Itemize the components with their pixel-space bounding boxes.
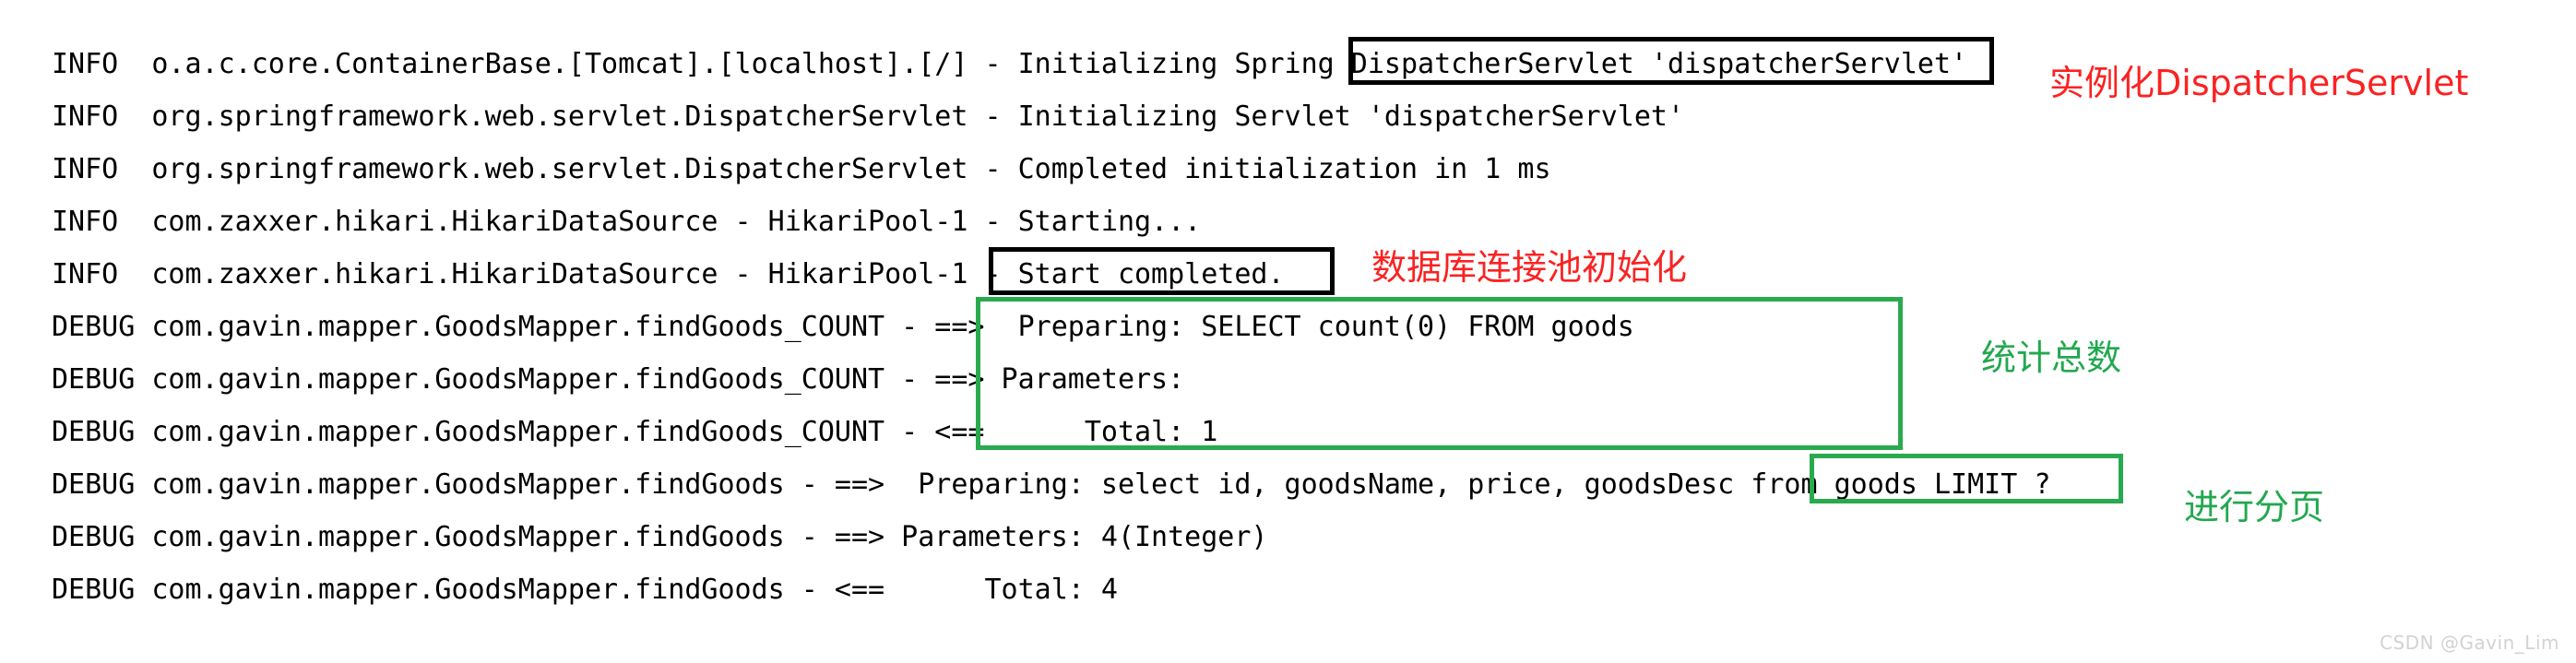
- log-line: INFO org.springframework.web.servlet.Dis…: [52, 153, 1551, 185]
- log-line: DEBUG com.gavin.mapper.GoodsMapper.findG…: [52, 311, 1634, 343]
- watermark: CSDN @Gavin_Lim: [2380, 632, 2559, 654]
- log-line: DEBUG com.gavin.mapper.GoodsMapper.findG…: [52, 363, 1185, 396]
- log-line: INFO com.zaxxer.hikari.HikariDataSource …: [52, 258, 1285, 290]
- console-log-output: INFO o.a.c.core.ContainerBase.[Tomcat].[…: [0, 0, 2576, 663]
- annotation-pagination: 进行分页: [2184, 487, 2325, 527]
- log-line: INFO org.springframework.web.servlet.Dis…: [52, 101, 1685, 133]
- log-line: DEBUG com.gavin.mapper.GoodsMapper.findG…: [52, 468, 2051, 501]
- annotation-datasource-init: 数据库连接池初始化: [1371, 247, 1688, 288]
- log-line: DEBUG com.gavin.mapper.GoodsMapper.findG…: [52, 574, 1118, 606]
- annotation-dispatcher-servlet: 实例化DispatcherServlet: [2049, 63, 2469, 103]
- log-line: DEBUG com.gavin.mapper.GoodsMapper.findG…: [52, 521, 1268, 553]
- log-line: DEBUG com.gavin.mapper.GoodsMapper.findG…: [52, 416, 1218, 448]
- log-line: INFO o.a.c.core.ContainerBase.[Tomcat].[…: [52, 48, 1968, 80]
- log-line: INFO com.zaxxer.hikari.HikariDataSource …: [52, 206, 1202, 238]
- annotation-count-total: 统计总数: [1981, 337, 2122, 378]
